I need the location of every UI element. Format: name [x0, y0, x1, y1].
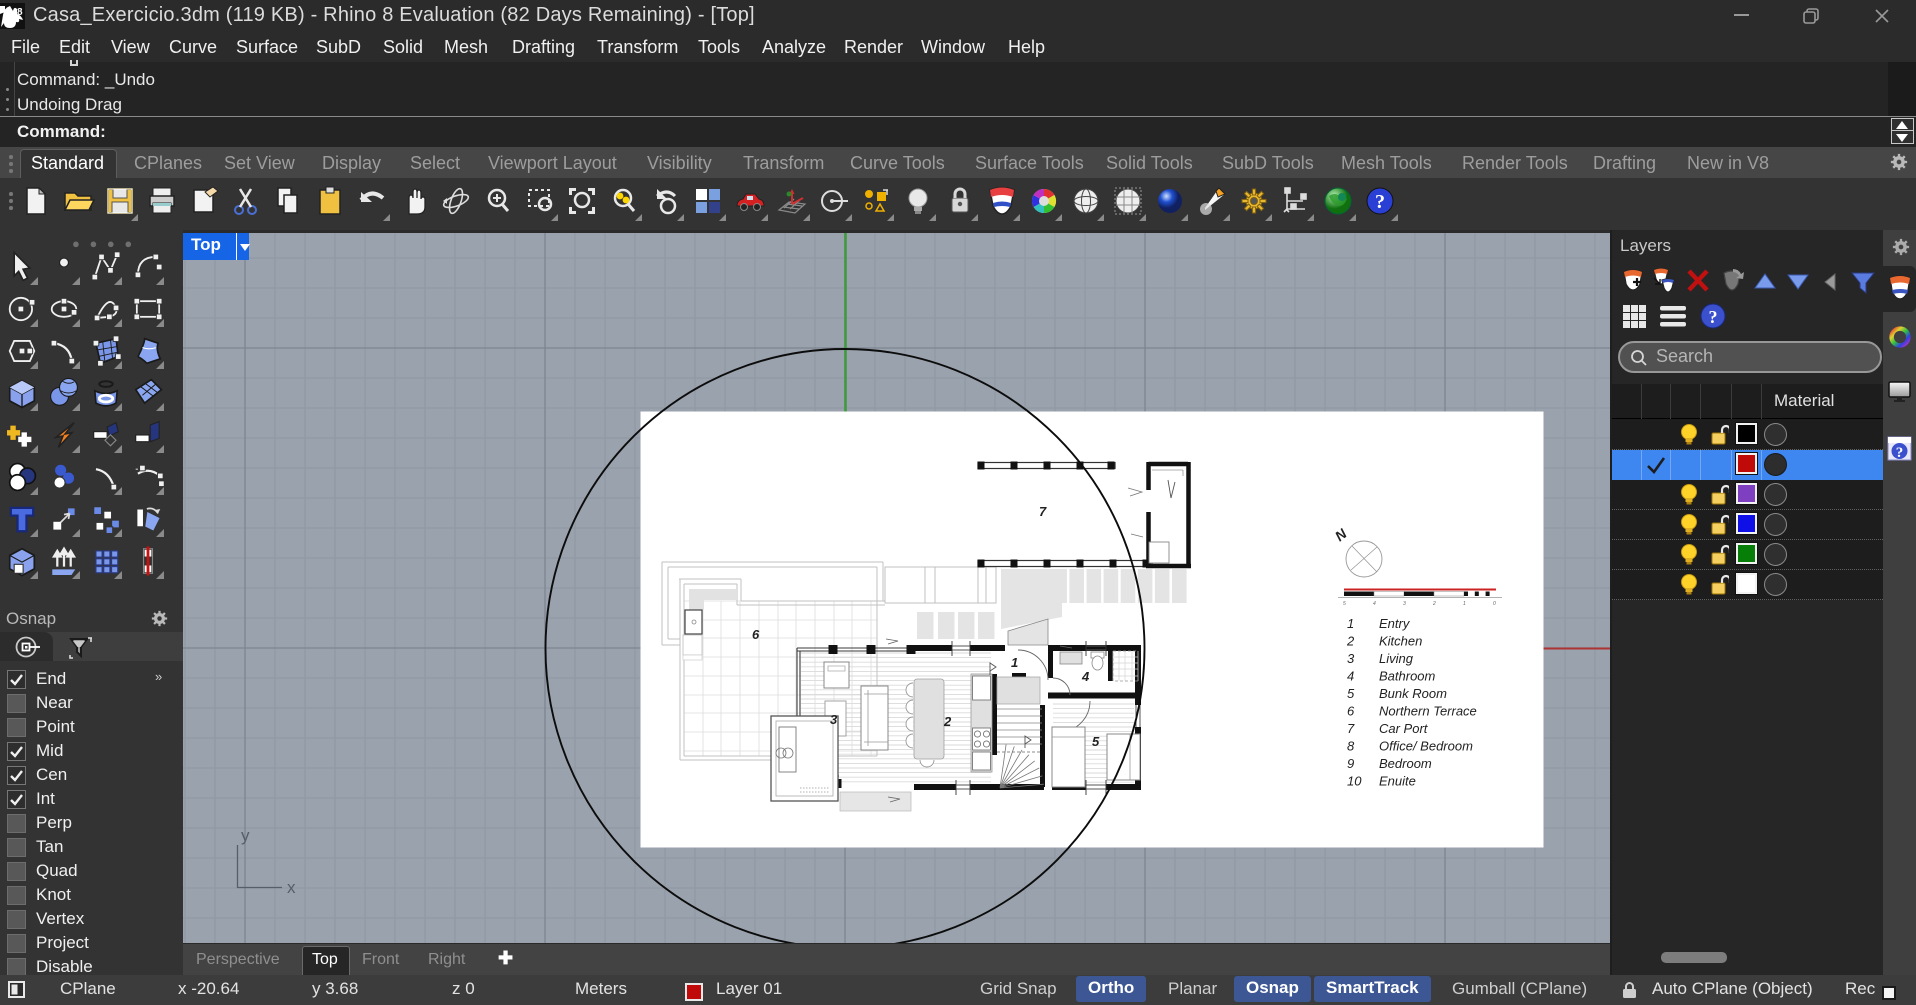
svg-text:4: 4 [1081, 669, 1090, 684]
svg-text:5: 5 [1092, 734, 1100, 749]
svg-text:6: 6 [752, 627, 760, 642]
svg-text:Northern Terrace: Northern Terrace [1379, 704, 1477, 719]
svg-text:7: 7 [1347, 721, 1355, 736]
svg-text:Car Port: Car Port [1379, 721, 1429, 736]
svg-text:4: 4 [1347, 669, 1354, 684]
svg-text:0: 0 [1493, 601, 1496, 607]
svg-text:Bathroom: Bathroom [1379, 669, 1436, 684]
svg-text:Bedroom: Bedroom [1379, 756, 1432, 771]
svg-text:10: 10 [1347, 774, 1362, 789]
svg-text:3: 3 [1347, 651, 1355, 666]
svg-text:9: 9 [1347, 756, 1354, 771]
svg-text:1: 1 [1347, 616, 1354, 631]
svg-text:x: x [287, 878, 296, 897]
svg-text:Bunk Room: Bunk Room [1379, 686, 1447, 701]
svg-text:y: y [241, 826, 250, 845]
svg-text:8: 8 [17, 7, 23, 18]
svg-text:Enuite: Enuite [1379, 774, 1416, 789]
svg-text:7: 7 [1039, 504, 1047, 519]
svg-text:8: 8 [1347, 739, 1355, 754]
svg-text:?: ? [1896, 445, 1904, 461]
svg-text:Kitchen: Kitchen [1379, 634, 1422, 649]
svg-text:Entry: Entry [1379, 616, 1411, 631]
svg-text:5: 5 [1347, 686, 1355, 701]
svg-text:3: 3 [830, 712, 838, 727]
svg-text:1: 1 [1463, 601, 1466, 607]
svg-text:6: 6 [1347, 704, 1355, 719]
svg-text:?: ? [1375, 191, 1385, 213]
svg-text:2: 2 [943, 714, 952, 729]
svg-text:2: 2 [1432, 601, 1436, 607]
svg-text:2: 2 [1346, 634, 1355, 649]
svg-text:4: 4 [1373, 601, 1376, 607]
svg-text:Living: Living [1379, 651, 1414, 666]
svg-text:1: 1 [1011, 655, 1018, 670]
svg-text:?: ? [1709, 307, 1718, 327]
svg-text:5: 5 [1343, 601, 1346, 607]
svg-text:Office/ Bedroom: Office/ Bedroom [1379, 739, 1473, 754]
svg-text:3: 3 [1403, 601, 1406, 607]
